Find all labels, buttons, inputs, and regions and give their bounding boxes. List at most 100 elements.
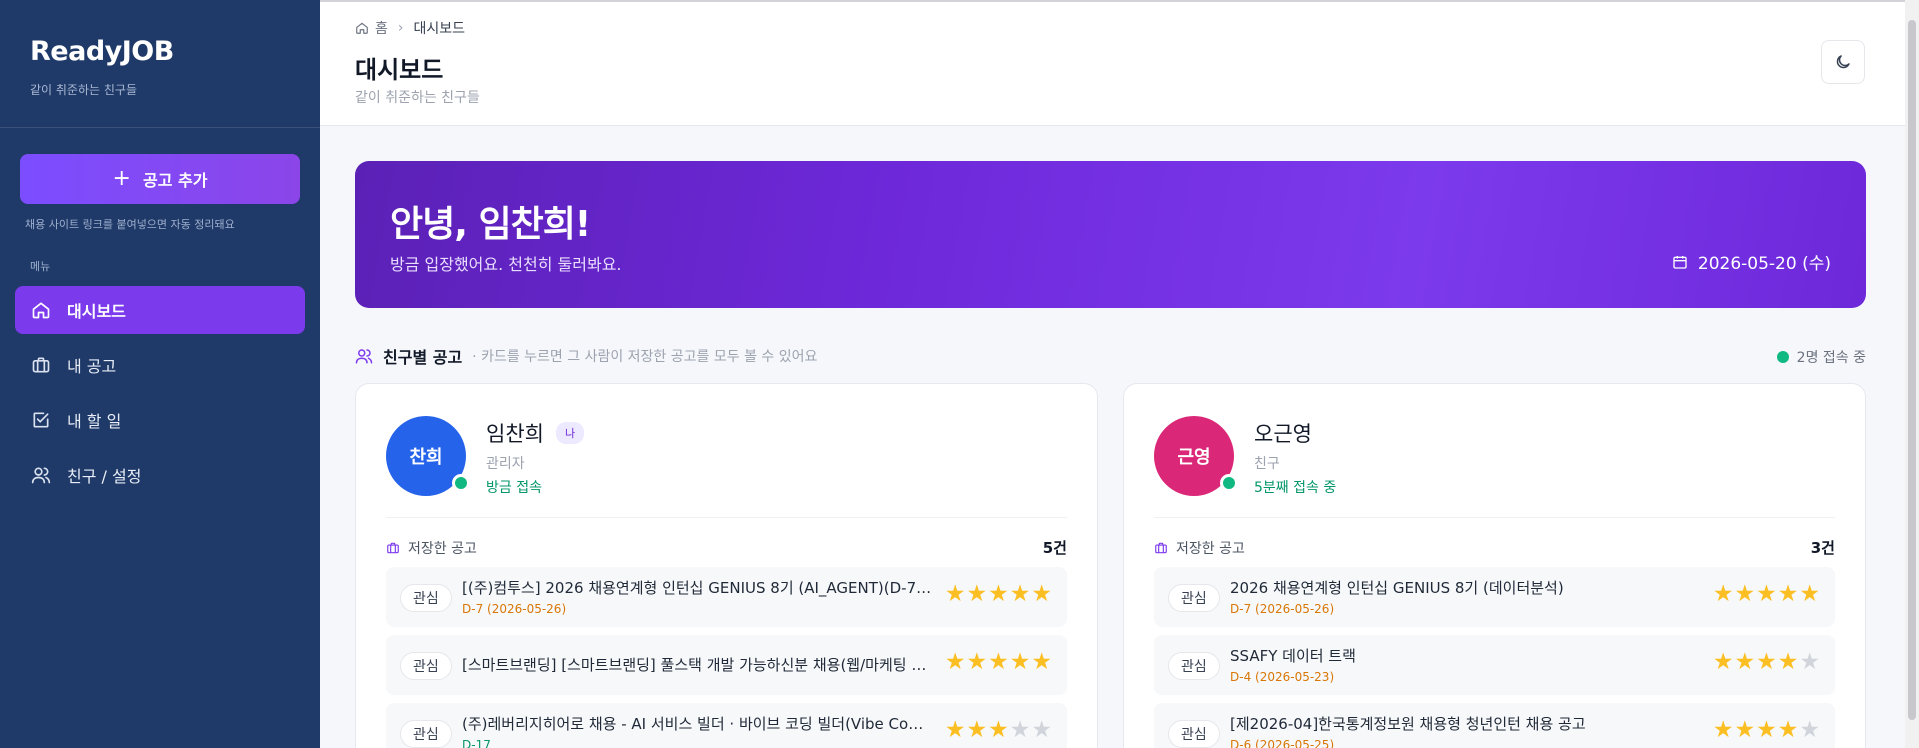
friend-name: 임찬희 [486, 422, 544, 446]
star-filled-icon: ★ [988, 717, 1010, 743]
friend-name-row: 오근영 [1254, 418, 1312, 448]
saved-jobs-header: 저장한 공고 3건 [1154, 537, 1835, 558]
star-filled-icon: ★ [966, 581, 989, 607]
star-empty-icon: ★ [1031, 717, 1053, 743]
today-date: 2026-05-20 (수) [1672, 249, 1831, 274]
job-rating: ★★★★★ [1713, 583, 1821, 606]
job-deadline: D-17 [462, 738, 491, 748]
sidebar-nav: 대시보드 내 공고 내 할 일 친구 / 설정 [15, 286, 305, 506]
scrollbar-thumb[interactable] [1908, 20, 1916, 720]
avatar-initials: 찬희 [409, 447, 443, 468]
sidebar: ReadyJOB 같이 취준하는 친구들 + 공고 추가 채용 사이트 링크를 … [0, 0, 320, 748]
theme-toggle-button[interactable] [1821, 40, 1865, 84]
job-status-tag: 관심 [1168, 652, 1220, 680]
sidebar-item-todo[interactable]: 내 할 일 [15, 396, 305, 444]
section-description: · 카드를 누르면 그 사람이 저장한 공고를 모두 볼 수 있어요 [472, 349, 818, 365]
star-filled-icon: ★ [988, 581, 1010, 607]
online-status-icon [1220, 474, 1238, 492]
add-job-label: 공고 추가 [142, 171, 208, 190]
breadcrumb-home[interactable]: 홈 [375, 18, 388, 38]
brand-title[interactable]: ReadyJOB [30, 36, 290, 67]
star-filled-icon: ★ [944, 581, 967, 607]
divider [386, 517, 1067, 518]
star-filled-icon: ★ [1031, 649, 1053, 675]
checkbox-icon [29, 408, 53, 432]
saved-jobs-label: 저장한 공고 [1176, 540, 1245, 557]
welcome-banner: 안녕, 임찬희! 방금 입장했어요. 천천히 둘러봐요. 2026-05-20 … [355, 161, 1866, 308]
friend-name: 오근영 [1254, 422, 1312, 446]
job-item[interactable]: 관심 (주)레버리지히어로 채용 - AI 서비스 빌더 · 바이브 코딩 빌더… [386, 703, 1067, 748]
page-scrollbar[interactable] [1905, 0, 1919, 748]
sidebar-item-dashboard[interactable]: 대시보드 [15, 286, 305, 334]
me-badge: 나 [555, 422, 585, 444]
section-title: 친구별 공고 [383, 348, 463, 367]
job-rating: ★★★★★ [1713, 719, 1821, 742]
job-rating: ★★★★★ [945, 651, 1053, 674]
saved-jobs-list: 관심 [(주)컴투스] 2026 채용연계형 인턴십 GENIUS 8기 (AI… [386, 567, 1067, 748]
friend-status: 5분째 접속 중 [1254, 480, 1337, 496]
moon-icon [1834, 53, 1852, 71]
job-item[interactable]: 관심 [제2026-04]한국통계정보원 채용형 청년인턴 채용 공고 D-6 … [1154, 703, 1835, 748]
job-status-tag: 관심 [400, 652, 452, 680]
sidebar-item-my-jobs[interactable]: 내 공고 [15, 341, 305, 389]
plus-icon: + [112, 166, 131, 191]
star-empty-icon: ★ [1799, 649, 1821, 675]
friend-card[interactable]: 근영 오근영 친구 5분째 접속 중 저장한 공고 3건 관심 2026 채용연… [1123, 383, 1866, 748]
star-filled-icon: ★ [1734, 717, 1757, 743]
star-filled-icon: ★ [1734, 581, 1757, 607]
job-status-tag: 관심 [400, 720, 452, 748]
job-title: SSAFY 데이터 트랙 [1230, 647, 1356, 665]
page-title: 대시보드 [355, 56, 444, 84]
job-deadline: D-6 (2026-05-25) [1230, 738, 1335, 748]
brand-subtitle: 같이 취준하는 친구들 [30, 83, 137, 97]
job-title: [스마트브랜딩] [스마트브랜딩] 풀스택 개발 가능하신분 채용(웹/마케팅 … [462, 656, 932, 674]
job-item[interactable]: 관심 SSAFY 데이터 트랙 D-4 (2026-05-23) ★★★★★ [1154, 635, 1835, 695]
job-status-tag: 관심 [1168, 584, 1220, 612]
page-subtitle: 같이 취준하는 친구들 [355, 90, 480, 106]
star-filled-icon: ★ [1734, 649, 1757, 675]
chevron-right-icon: › [397, 20, 404, 36]
breadcrumb: 홈 › 대시보드 [355, 18, 465, 38]
friends-section-header: 친구별 공고 · 카드를 누르면 그 사람이 저장한 공고를 모두 볼 수 있어… [355, 344, 1866, 368]
welcome-subtitle: 방금 입장했어요. 천천히 둘러봐요. [390, 255, 622, 274]
briefcase-icon [29, 353, 53, 377]
calendar-icon [1672, 254, 1688, 270]
star-filled-icon: ★ [988, 649, 1010, 675]
job-status-tag: 관심 [400, 584, 452, 612]
online-dot-icon [1776, 351, 1789, 363]
job-deadline: D-7 (2026-05-26) [462, 602, 567, 616]
friend-card[interactable]: 찬희 임찬희 나 관리자 방금 접속 저장한 공고 5건 관심 [(주)컴투스]… [355, 383, 1098, 748]
home-icon[interactable] [355, 21, 369, 35]
star-filled-icon: ★ [1799, 581, 1821, 607]
sidebar-item-friends-settings[interactable]: 친구 / 설정 [15, 451, 305, 499]
job-rating: ★★★★★ [945, 583, 1053, 606]
job-title: [(주)컴투스] 2026 채용연계형 인턴십 GENIUS 8기 (AI_AG… [462, 579, 932, 597]
star-filled-icon: ★ [1756, 717, 1778, 743]
online-count: 2명 접속 중 [1776, 347, 1866, 367]
job-title: 2026 채용연계형 인턴십 GENIUS 8기 (데이터분석) [1230, 579, 1564, 597]
menu-label: 메뉴 [30, 260, 51, 273]
job-item[interactable]: 관심 [스마트브랜딩] [스마트브랜딩] 풀스택 개발 가능하신분 채용(웹/마… [386, 635, 1067, 695]
saved-jobs-count: 3건 [1810, 539, 1835, 557]
star-filled-icon: ★ [1756, 581, 1778, 607]
star-filled-icon: ★ [1777, 649, 1800, 675]
saved-jobs-header: 저장한 공고 5건 [386, 537, 1067, 558]
sidebar-item-label: 내 할 일 [67, 412, 122, 431]
job-rating: ★★★★★ [945, 719, 1053, 742]
add-job-button[interactable]: + 공고 추가 [20, 154, 300, 204]
saved-jobs-list: 관심 2026 채용연계형 인턴십 GENIUS 8기 (데이터분석) D-7 … [1154, 567, 1835, 748]
job-status-tag: 관심 [1168, 720, 1220, 748]
star-filled-icon: ★ [1009, 581, 1032, 607]
star-filled-icon: ★ [1009, 649, 1032, 675]
brand: ReadyJOB 같이 취준하는 친구들 [0, 0, 320, 128]
star-empty-icon: ★ [1799, 717, 1821, 743]
sidebar-item-label: 대시보드 [67, 302, 126, 321]
saved-jobs-count: 5건 [1042, 539, 1067, 557]
friend-role: 관리자 [486, 456, 525, 472]
star-filled-icon: ★ [966, 717, 989, 743]
job-item[interactable]: 관심 2026 채용연계형 인턴십 GENIUS 8기 (데이터분석) D-7 … [1154, 567, 1835, 627]
home-icon [29, 298, 53, 322]
job-item[interactable]: 관심 [(주)컴투스] 2026 채용연계형 인턴십 GENIUS 8기 (AI… [386, 567, 1067, 627]
star-filled-icon: ★ [1031, 581, 1053, 607]
job-deadline: D-4 (2026-05-23) [1230, 670, 1335, 684]
